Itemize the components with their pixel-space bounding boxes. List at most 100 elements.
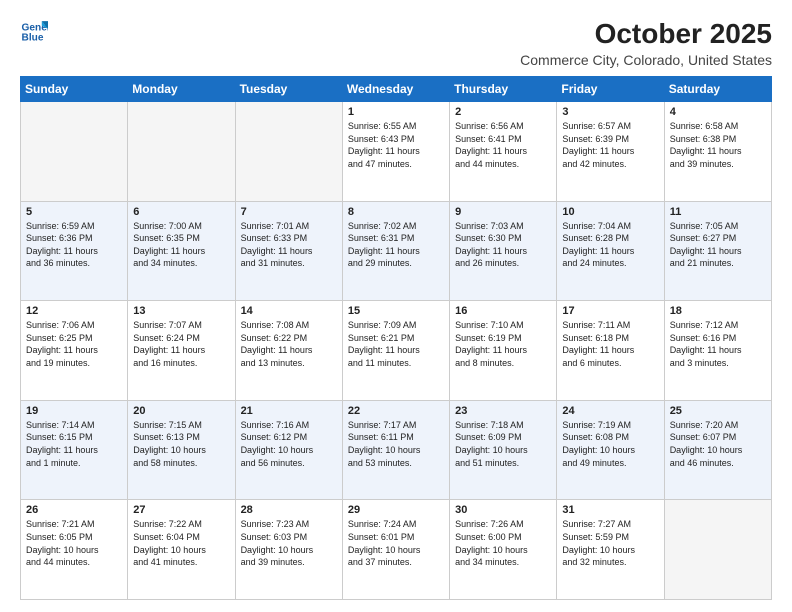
table-row <box>21 102 128 202</box>
month-title: October 2025 <box>48 18 772 50</box>
day-number: 31 <box>562 504 658 516</box>
day-number: 1 <box>348 106 444 118</box>
table-row: 23 Sunrise: 7:18 AM Sunset: 6:09 PM Dayli… <box>450 400 557 500</box>
day-info: Sunrise: 7:19 AM Sunset: 6:08 PM Dayligh… <box>562 419 658 469</box>
day-number: 22 <box>348 405 444 417</box>
day-info: Sunrise: 7:17 AM Sunset: 6:11 PM Dayligh… <box>348 419 444 469</box>
day-info: Sunrise: 6:56 AM Sunset: 6:41 PM Dayligh… <box>455 120 551 170</box>
col-friday: Friday <box>557 77 664 102</box>
day-number: 13 <box>133 305 229 317</box>
table-row: 13Sunrise: 7:07 AM Sunset: 6:24 PM Dayli… <box>128 301 235 401</box>
day-number: 6 <box>133 206 229 218</box>
day-number: 28 <box>241 504 337 516</box>
day-number: 18 <box>670 305 766 317</box>
table-row: 30 Sunrise: 7:26 AM Sunset: 6:00 PM Dayli… <box>450 500 557 600</box>
day-info: Sunrise: 6:59 AM Sunset: 6:36 PM Dayligh… <box>26 220 122 270</box>
col-saturday: Saturday <box>664 77 771 102</box>
day-info: Sunrise: 6:57 AM Sunset: 6:39 PM Dayligh… <box>562 120 658 170</box>
table-row: 31Sunrise: 7:27 AM Sunset: 5:59 PM Dayli… <box>557 500 664 600</box>
table-row: 18 Sunrise: 7:12 AM Sunset: 6:16 PM Dayli… <box>664 301 771 401</box>
logo: General Blue <box>20 18 48 46</box>
table-row: 22 Sunrise: 7:17 AM Sunset: 6:11 PM Dayli… <box>342 400 449 500</box>
day-number: 30 <box>455 504 551 516</box>
day-number: 12 <box>26 305 122 317</box>
table-row <box>664 500 771 600</box>
day-info: Sunrise: 7:18 AM Sunset: 6:09 PM Dayligh… <box>455 419 551 469</box>
col-thursday: Thursday <box>450 77 557 102</box>
table-row: 27Sunrise: 7:22 AM Sunset: 6:04 PM Dayli… <box>128 500 235 600</box>
table-row: 19Sunrise: 7:14 AM Sunset: 6:15 PM Dayli… <box>21 400 128 500</box>
day-number: 2 <box>455 106 551 118</box>
day-number: 7 <box>241 206 337 218</box>
table-row: 28Sunrise: 7:23 AM Sunset: 6:03 PM Dayli… <box>235 500 342 600</box>
col-wednesday: Wednesday <box>342 77 449 102</box>
table-row: 12Sunrise: 7:06 AM Sunset: 6:25 PM Dayli… <box>21 301 128 401</box>
day-number: 16 <box>455 305 551 317</box>
calendar-week-row: 26 Sunrise: 7:21 AM Sunset: 6:05 PM Dayli… <box>21 500 772 600</box>
page: General Blue October 2025 Commerce City,… <box>0 0 792 612</box>
day-info: Sunrise: 7:04 AM Sunset: 6:28 PM Dayligh… <box>562 220 658 270</box>
day-info: Sunrise: 7:00 AM Sunset: 6:35 PM Dayligh… <box>133 220 229 270</box>
day-number: 24 <box>562 405 658 417</box>
calendar-week-row: 5Sunrise: 6:59 AM Sunset: 6:36 PM Daylig… <box>21 201 772 301</box>
col-monday: Monday <box>128 77 235 102</box>
svg-text:Blue: Blue <box>22 33 44 44</box>
day-info: Sunrise: 7:16 AM Sunset: 6:12 PM Dayligh… <box>241 419 337 469</box>
table-row: 17Sunrise: 7:11 AM Sunset: 6:18 PM Dayli… <box>557 301 664 401</box>
table-row: 4 Sunrise: 6:58 AM Sunset: 6:38 PM Daylig… <box>664 102 771 202</box>
table-row: 7 Sunrise: 7:01 AM Sunset: 6:33 PM Daylig… <box>235 201 342 301</box>
day-number: 9 <box>455 206 551 218</box>
table-row: 16 Sunrise: 7:10 AM Sunset: 6:19 PM Dayli… <box>450 301 557 401</box>
table-row: 10 Sunrise: 7:04 AM Sunset: 6:28 PM Dayli… <box>557 201 664 301</box>
day-info: Sunrise: 7:10 AM Sunset: 6:19 PM Dayligh… <box>455 319 551 369</box>
day-info: Sunrise: 7:21 AM Sunset: 6:05 PM Dayligh… <box>26 518 122 568</box>
day-info: Sunrise: 7:26 AM Sunset: 6:00 PM Dayligh… <box>455 518 551 568</box>
location-title: Commerce City, Colorado, United States <box>48 52 772 68</box>
table-row: 1 Sunrise: 6:55 AM Sunset: 6:43 PM Daylig… <box>342 102 449 202</box>
day-number: 8 <box>348 206 444 218</box>
header: General Blue October 2025 Commerce City,… <box>20 18 772 68</box>
day-info: Sunrise: 7:15 AM Sunset: 6:13 PM Dayligh… <box>133 419 229 469</box>
day-info: Sunrise: 7:09 AM Sunset: 6:21 PM Dayligh… <box>348 319 444 369</box>
table-row: 5Sunrise: 6:59 AM Sunset: 6:36 PM Daylig… <box>21 201 128 301</box>
table-row: 14Sunrise: 7:08 AM Sunset: 6:22 PM Dayli… <box>235 301 342 401</box>
table-row: 15 Sunrise: 7:09 AM Sunset: 6:21 PM Dayli… <box>342 301 449 401</box>
table-row <box>235 102 342 202</box>
title-block: October 2025 Commerce City, Colorado, Un… <box>48 18 772 68</box>
table-row: 29 Sunrise: 7:24 AM Sunset: 6:01 PM Dayli… <box>342 500 449 600</box>
col-tuesday: Tuesday <box>235 77 342 102</box>
calendar-week-row: 1 Sunrise: 6:55 AM Sunset: 6:43 PM Daylig… <box>21 102 772 202</box>
calendar-week-row: 19Sunrise: 7:14 AM Sunset: 6:15 PM Dayli… <box>21 400 772 500</box>
day-info: Sunrise: 6:55 AM Sunset: 6:43 PM Dayligh… <box>348 120 444 170</box>
table-row: 25 Sunrise: 7:20 AM Sunset: 6:07 PM Dayli… <box>664 400 771 500</box>
day-info: Sunrise: 7:24 AM Sunset: 6:01 PM Dayligh… <box>348 518 444 568</box>
day-number: 10 <box>562 206 658 218</box>
table-row: 26 Sunrise: 7:21 AM Sunset: 6:05 PM Dayli… <box>21 500 128 600</box>
calendar-week-row: 12Sunrise: 7:06 AM Sunset: 6:25 PM Dayli… <box>21 301 772 401</box>
table-row: 9Sunrise: 7:03 AM Sunset: 6:30 PM Daylig… <box>450 201 557 301</box>
day-info: Sunrise: 7:20 AM Sunset: 6:07 PM Dayligh… <box>670 419 766 469</box>
table-row: 20Sunrise: 7:15 AM Sunset: 6:13 PM Dayli… <box>128 400 235 500</box>
day-number: 23 <box>455 405 551 417</box>
day-info: Sunrise: 7:02 AM Sunset: 6:31 PM Dayligh… <box>348 220 444 270</box>
day-number: 4 <box>670 106 766 118</box>
table-row <box>128 102 235 202</box>
day-number: 15 <box>348 305 444 317</box>
day-number: 29 <box>348 504 444 516</box>
day-number: 17 <box>562 305 658 317</box>
day-info: Sunrise: 7:01 AM Sunset: 6:33 PM Dayligh… <box>241 220 337 270</box>
table-row: 21Sunrise: 7:16 AM Sunset: 6:12 PM Dayli… <box>235 400 342 500</box>
day-number: 14 <box>241 305 337 317</box>
table-row: 11Sunrise: 7:05 AM Sunset: 6:27 PM Dayli… <box>664 201 771 301</box>
calendar-table: Sunday Monday Tuesday Wednesday Thursday… <box>20 76 772 600</box>
day-info: Sunrise: 7:05 AM Sunset: 6:27 PM Dayligh… <box>670 220 766 270</box>
table-row: 8 Sunrise: 7:02 AM Sunset: 6:31 PM Daylig… <box>342 201 449 301</box>
day-info: Sunrise: 7:14 AM Sunset: 6:15 PM Dayligh… <box>26 419 122 469</box>
day-number: 25 <box>670 405 766 417</box>
day-number: 26 <box>26 504 122 516</box>
day-number: 27 <box>133 504 229 516</box>
day-info: Sunrise: 6:58 AM Sunset: 6:38 PM Dayligh… <box>670 120 766 170</box>
day-info: Sunrise: 7:12 AM Sunset: 6:16 PM Dayligh… <box>670 319 766 369</box>
table-row: 6 Sunrise: 7:00 AM Sunset: 6:35 PM Daylig… <box>128 201 235 301</box>
calendar-header-row: Sunday Monday Tuesday Wednesday Thursday… <box>21 77 772 102</box>
